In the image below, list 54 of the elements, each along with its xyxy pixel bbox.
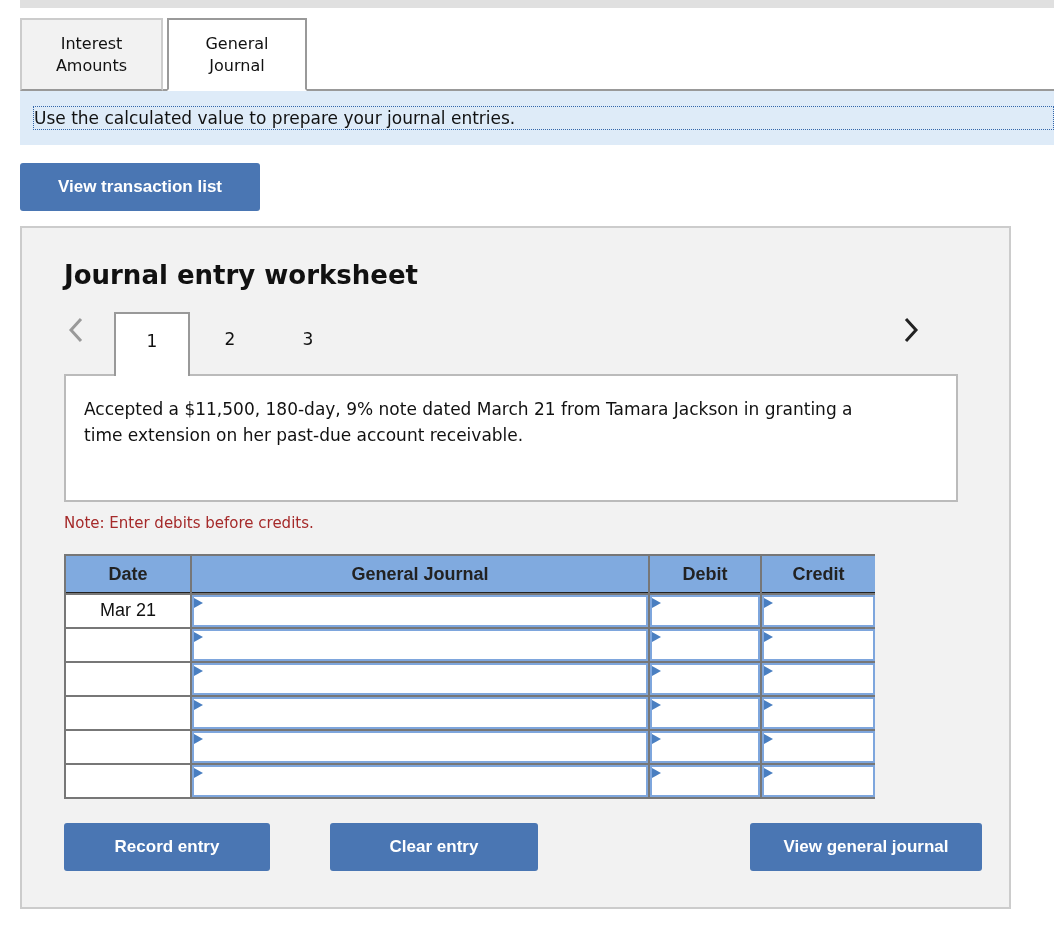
credit-input[interactable]: [762, 629, 875, 661]
triangle-icon: [652, 700, 661, 710]
step-tab[interactable]: 2: [192, 312, 268, 374]
account-input[interactable]: [192, 663, 648, 695]
credit-input[interactable]: [762, 765, 875, 797]
instruction-text: Use the calculated value to prepare your journal entries.: [33, 106, 1054, 130]
debit-input[interactable]: [650, 731, 760, 763]
triangle-icon: [194, 632, 203, 642]
date-cell: Mar 21: [66, 595, 190, 627]
triangle-icon: [764, 632, 773, 642]
triangle-icon: [652, 632, 661, 642]
triangle-icon: [194, 768, 203, 778]
step-tab[interactable]: 3: [270, 312, 346, 374]
view-general-journal-button[interactable]: View general journal: [750, 823, 982, 871]
column-header: Debit: [650, 556, 760, 593]
triangle-icon: [764, 700, 773, 710]
account-input[interactable]: [192, 629, 648, 661]
account-input[interactable]: [192, 697, 648, 729]
tab[interactable]: General Journal: [167, 18, 307, 91]
triangle-icon: [194, 734, 203, 744]
triangle-icon: [194, 700, 203, 710]
note-text: Note: Enter debits before credits.: [64, 514, 315, 532]
triangle-icon: [194, 598, 203, 608]
triangle-icon: [764, 734, 773, 744]
debit-input[interactable]: [650, 595, 760, 627]
credit-input[interactable]: [762, 663, 875, 695]
clear-entry-button[interactable]: Clear entry: [330, 823, 538, 871]
triangle-icon: [764, 768, 773, 778]
triangle-icon: [652, 598, 661, 608]
debit-input[interactable]: [650, 629, 760, 661]
triangle-icon: [194, 666, 203, 676]
account-input[interactable]: [192, 765, 648, 797]
triangle-icon: [652, 666, 661, 676]
debit-input[interactable]: [650, 765, 760, 797]
step-tab[interactable]: 1: [114, 312, 190, 376]
view-transaction-list-button[interactable]: View transaction list: [20, 163, 260, 211]
account-input[interactable]: [192, 595, 648, 627]
column-header: General Journal: [192, 556, 648, 593]
triangle-icon: [764, 598, 773, 608]
tab[interactable]: Interest Amounts: [20, 18, 163, 91]
debit-input[interactable]: [650, 697, 760, 729]
transaction-description: Accepted a $11,500, 180-day, 9% note dated March 21 from Tamara Jackson in granting a time extension on her past-due account receivable.: [84, 398, 854, 447]
credit-input[interactable]: [762, 697, 875, 729]
triangle-icon: [652, 734, 661, 744]
credit-input[interactable]: [762, 731, 875, 763]
credit-input[interactable]: [762, 595, 875, 627]
column-header: Credit: [762, 556, 875, 593]
column-header: Date: [66, 556, 190, 593]
triangle-icon: [764, 666, 773, 676]
triangle-icon: [652, 768, 661, 778]
record-entry-button[interactable]: Record entry: [64, 823, 270, 871]
worksheet-title: Journal entry worksheet: [64, 260, 419, 290]
debit-input[interactable]: [650, 663, 760, 695]
account-input[interactable]: [192, 731, 648, 763]
